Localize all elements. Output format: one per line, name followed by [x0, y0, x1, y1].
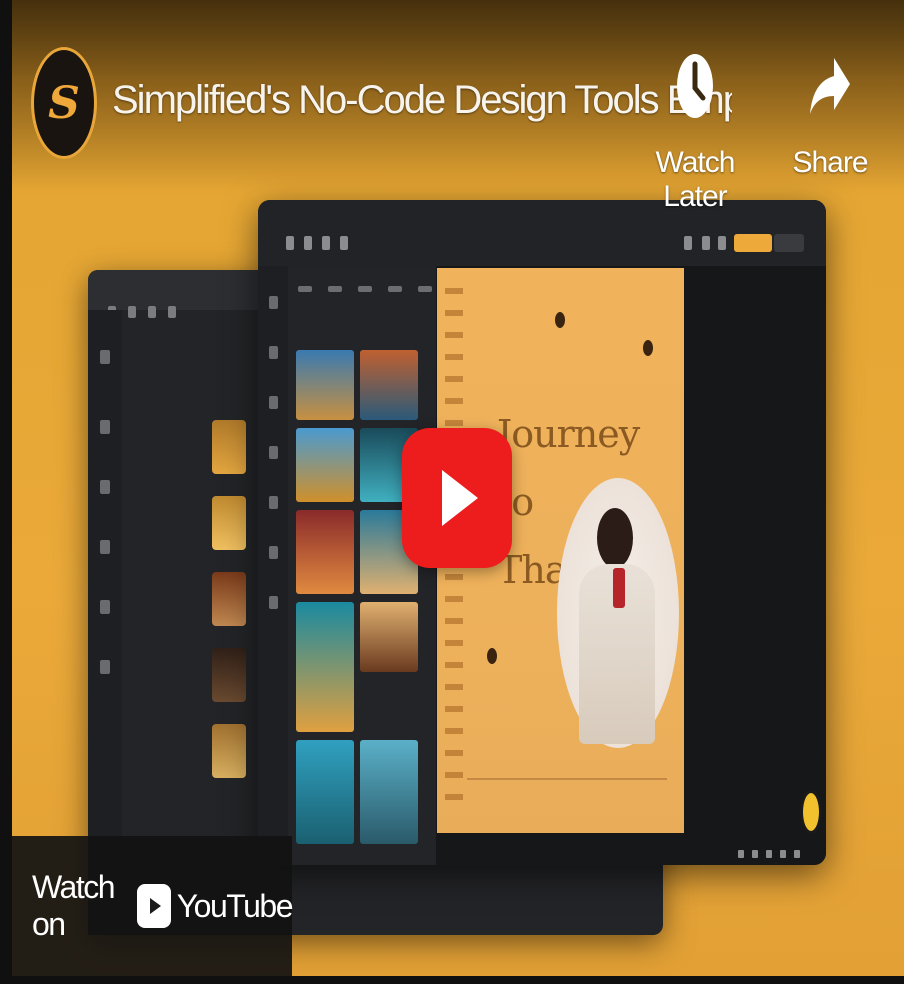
watch-later-button[interactable]: Watch Later	[630, 44, 760, 214]
share-label: Share	[792, 146, 868, 179]
share-pill	[774, 234, 804, 252]
editor-sidebar-rail	[258, 266, 288, 865]
watch-later-label: Watch Later	[655, 146, 736, 213]
portrait-figure	[597, 508, 633, 568]
play-icon	[442, 470, 478, 526]
frame-edge	[0, 976, 904, 984]
photo-grid	[296, 350, 418, 844]
zoom-controls	[738, 850, 800, 858]
youtube-logo: YouTube	[136, 884, 294, 928]
help-badge-icon	[800, 790, 822, 834]
library-tabs	[298, 286, 432, 292]
watch-on-label: Watch on	[32, 869, 115, 942]
frame-edge	[0, 0, 12, 984]
share-button[interactable]: Share	[790, 44, 870, 180]
video-player[interactable]: Journey to Thailand S Simplified's No-Co…	[0, 0, 904, 984]
channel-avatar[interactable]: S	[30, 44, 98, 162]
portrait-accent	[613, 568, 625, 608]
play-button[interactable]	[402, 428, 512, 568]
export-button	[734, 234, 772, 252]
ornament-icon	[643, 340, 653, 356]
youtube-label: YouTube	[176, 887, 294, 924]
share-arrow-icon	[810, 58, 850, 114]
poster-divider	[467, 778, 667, 780]
watch-on-youtube-button[interactable]: Watch on YouTube	[12, 836, 294, 976]
youtube-logo-icon	[136, 884, 171, 928]
ornament-icon	[487, 648, 497, 664]
clock-icon	[677, 54, 713, 118]
ornament-icon	[555, 312, 565, 328]
channel-logo-icon: S	[31, 47, 97, 159]
